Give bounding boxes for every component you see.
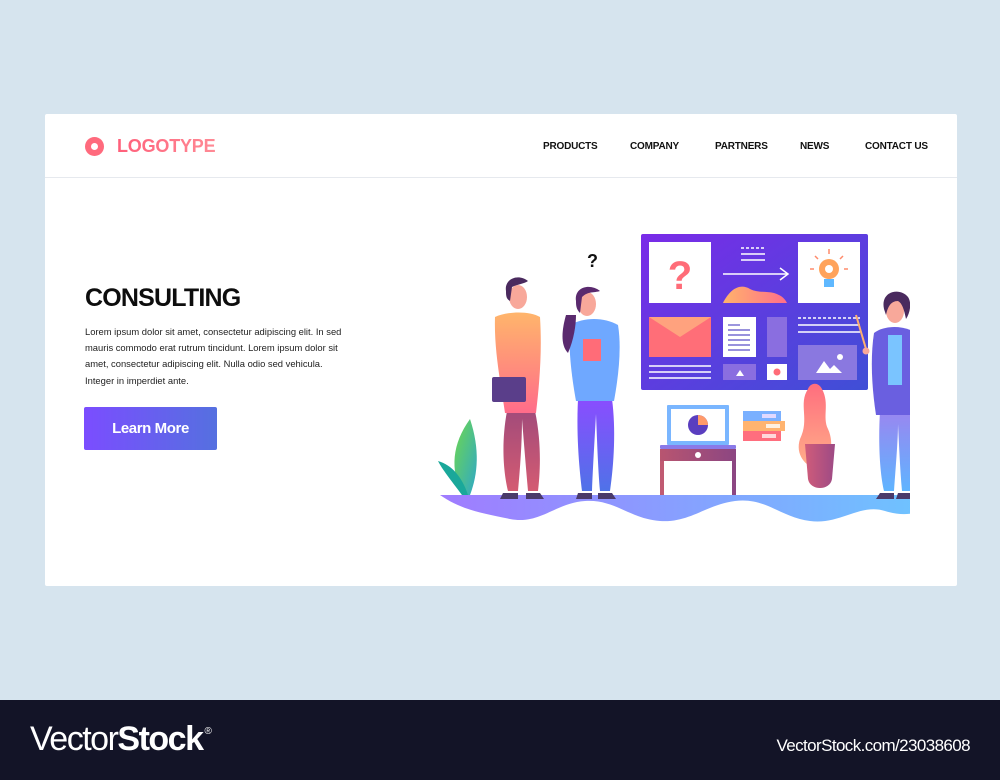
nav-news[interactable]: NEWS [800,141,829,152]
nav-partners[interactable]: PARTNERS [715,141,768,152]
leaf-plant [438,419,477,495]
nav-products[interactable]: PRODUCTS [543,141,598,152]
man-figure [492,277,544,499]
brand-bold-text: Stock [117,720,204,758]
brand-light-text: Vector [30,720,119,758]
presentation-board: ? [641,234,868,390]
nav-contact-us[interactable]: CONTACT US [865,141,928,152]
main-nav: PRODUCTS COMPANY PARTNERS NEWS CONTACT U… [45,141,957,157]
stacked-books [743,411,785,441]
landing-card: LOGOTYPE PRODUCTS COMPANY PARTNERS NEWS … [45,114,957,586]
vectorstock-logo: VectorStock ® [30,720,212,759]
question-mark: ? [587,251,598,271]
hero-description: Lorem ipsum dolor sit amet, consectetur … [85,326,342,386]
hero-title: CONSULTING [85,284,241,312]
image-url: VectorStock.com/23038608 [776,736,970,755]
watermark-footer: VectorStock ® VectorStock.com/23038608 [0,700,1000,780]
woman-figure [562,286,620,499]
svg-text:?: ? [668,254,692,298]
nav-company[interactable]: COMPANY [630,141,679,152]
registered-mark: ® [204,726,211,737]
potted-plant [798,383,835,488]
desk-with-laptop [660,405,736,495]
learn-more-button[interactable]: Learn More [84,407,217,450]
site-header: LOGOTYPE PRODUCTS COMPANY PARTNERS NEWS … [45,114,957,178]
consulting-illustration: ? ? [438,234,910,522]
